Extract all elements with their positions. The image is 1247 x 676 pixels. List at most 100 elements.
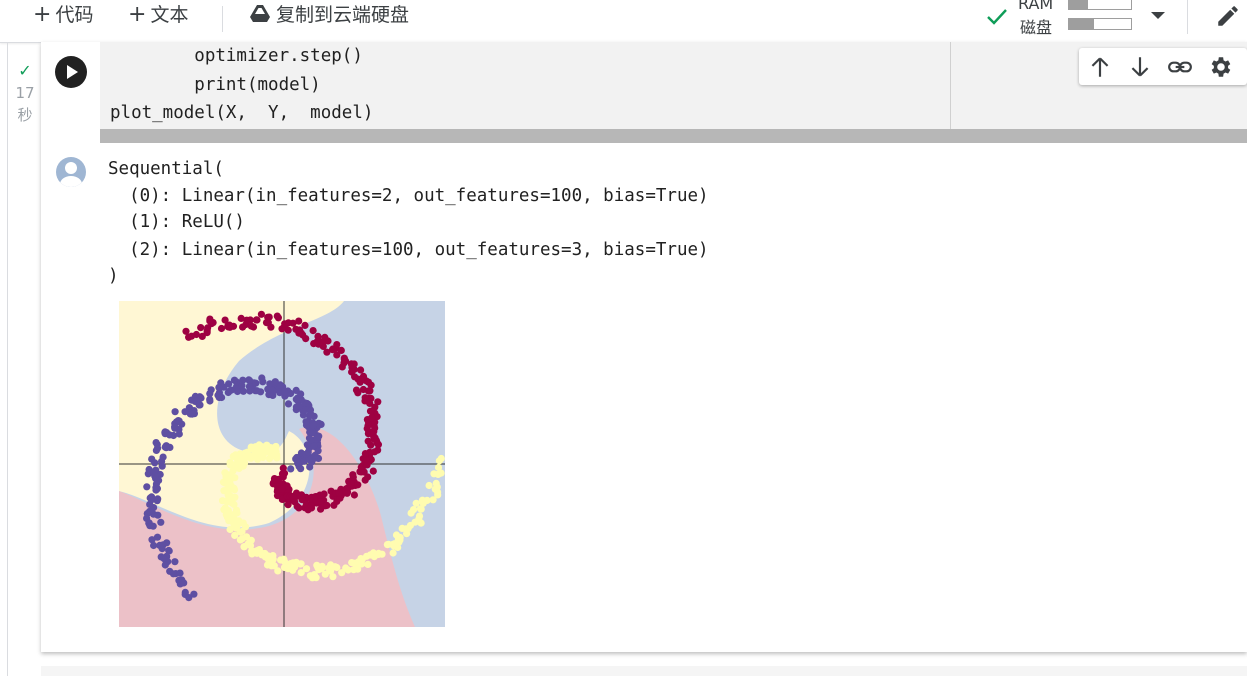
scatter-point — [253, 316, 261, 324]
scatter-point — [217, 324, 226, 333]
scatter-point — [364, 473, 372, 481]
scatter-point — [425, 481, 433, 490]
scatter-point — [368, 414, 376, 422]
scatter-point — [143, 483, 151, 491]
connected-check-icon[interactable] — [985, 4, 1009, 32]
disk-usage-bar[interactable] — [1068, 18, 1132, 30]
scatter-point — [234, 520, 242, 529]
scatter-point — [226, 525, 234, 534]
pencil-icon[interactable] — [1215, 3, 1241, 33]
scatter-point — [361, 394, 369, 402]
scatter-point — [223, 485, 231, 493]
code-line: optimizer.step() — [110, 46, 363, 66]
scatter-point — [253, 443, 262, 451]
output-line: (2): Linear(in_features=100, out_feature… — [108, 240, 709, 260]
scatter-point — [364, 560, 372, 568]
scatter-point — [316, 497, 324, 505]
scatter-point — [309, 421, 317, 429]
horizontal-scrollbar[interactable] — [100, 129, 1247, 143]
scatter-point — [161, 561, 169, 569]
scatter-point — [352, 386, 361, 394]
plus-icon: + — [33, 2, 52, 27]
scatter-point — [150, 541, 158, 550]
scatter-point — [152, 474, 160, 483]
scatter-point — [273, 312, 281, 320]
scatter-point — [302, 418, 310, 426]
scatter-point — [318, 563, 326, 572]
scatter-point — [203, 327, 211, 335]
move-up-icon[interactable] — [1087, 54, 1113, 80]
output-line: (0): Linear(in_features=2, out_features=… — [108, 186, 709, 206]
scatter-point — [357, 366, 365, 374]
scatter-point — [246, 538, 254, 546]
check-icon: ✓ — [18, 61, 32, 80]
scatter-point — [357, 376, 365, 384]
scatter-point — [185, 404, 193, 412]
link-icon[interactable] — [1167, 54, 1193, 80]
ram-usage-bar[interactable] — [1068, 0, 1132, 10]
scatter-point — [297, 560, 305, 568]
move-down-icon[interactable] — [1127, 54, 1153, 80]
scatter-point — [273, 454, 281, 462]
execution-time-unit: 秒 — [17, 106, 33, 124]
scatter-point — [162, 444, 170, 452]
scatter-point — [152, 446, 160, 454]
toolbar-divider — [1187, 0, 1188, 34]
drive-icon — [250, 5, 270, 22]
next-cell[interactable] — [41, 666, 1247, 676]
add-text-label: 文本 — [150, 4, 189, 26]
scatter-point — [257, 310, 265, 318]
scatter-point — [258, 374, 266, 382]
scatter-point — [307, 502, 315, 510]
gear-icon[interactable] — [1207, 54, 1233, 80]
scatter-point — [274, 567, 282, 575]
scatter-point — [287, 465, 295, 473]
scatter-point — [371, 403, 379, 411]
scatter-point — [227, 386, 235, 394]
scatter-point — [215, 383, 223, 391]
scatter-point — [371, 424, 379, 432]
add-text-button[interactable]: + 文本 — [128, 4, 188, 30]
plus-icon: + — [128, 2, 147, 27]
scatter-point — [281, 388, 289, 396]
scatter-point — [239, 323, 247, 331]
scatter-point — [157, 518, 165, 526]
run-cell-button[interactable] — [55, 56, 87, 88]
add-code-label: 代码 — [55, 4, 94, 26]
scatter-point — [340, 356, 348, 364]
scatter-point — [404, 525, 412, 533]
editor-ruler — [950, 42, 951, 143]
scatter-point — [266, 380, 274, 388]
scatter-point — [258, 549, 266, 557]
chevron-down-icon[interactable] — [1151, 12, 1165, 19]
scatter-point — [145, 507, 154, 516]
scatter-point — [354, 481, 362, 489]
execution-status: ✓ 17 秒 — [14, 60, 36, 126]
notebook-left-border — [7, 42, 8, 676]
scatter-point — [195, 401, 203, 409]
scatter-point — [245, 382, 253, 391]
scatter-point — [389, 549, 397, 557]
scatter-point — [433, 483, 441, 491]
scatter-point — [284, 501, 292, 509]
scatter-point — [371, 448, 379, 456]
output-line: Sequential( — [108, 159, 224, 179]
scatter-point — [313, 338, 321, 346]
scatter-point — [369, 467, 377, 475]
scatter-point — [260, 445, 268, 453]
add-code-button[interactable]: + 代码 — [33, 4, 93, 30]
output-line: (1): ReLU() — [108, 212, 245, 232]
plot-svg — [119, 301, 445, 627]
scatter-point — [309, 327, 317, 335]
scatter-point — [351, 559, 359, 567]
copy-to-drive-button[interactable]: 复制到云端硬盘 — [250, 4, 409, 30]
scatter-point — [153, 485, 161, 493]
scatter-point — [152, 439, 160, 447]
toolbar-divider — [222, 6, 223, 32]
scatter-point — [158, 462, 166, 470]
scatter-point — [323, 501, 331, 509]
scatter-point — [320, 490, 328, 498]
scatter-point — [284, 565, 292, 573]
scatter-point — [149, 522, 157, 530]
scatter-point — [295, 402, 303, 410]
